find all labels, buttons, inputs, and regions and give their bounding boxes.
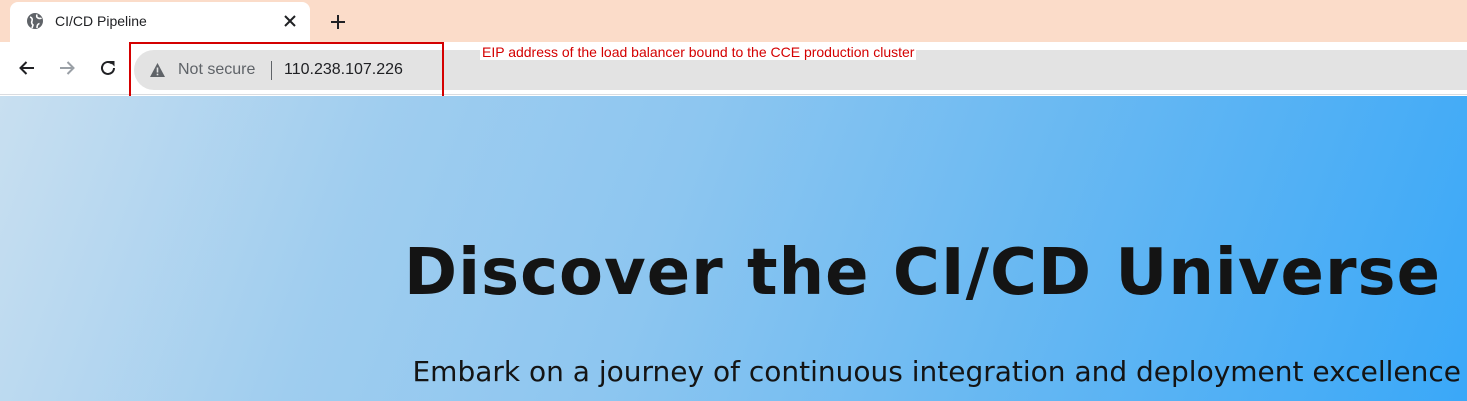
hero-subtitle: Embark on a journey of continuous integr… [412, 355, 1461, 388]
annotation-highlight-box [129, 42, 444, 100]
forward-arrow-icon[interactable] [53, 54, 81, 82]
reload-icon[interactable] [94, 54, 122, 82]
browser-tab[interactable]: CI/CD Pipeline [10, 2, 310, 42]
hero-title: Discover the CI/CD Universe [403, 236, 1441, 310]
annotation-text: EIP address of the load balancer bound t… [480, 44, 917, 60]
tab-title: CI/CD Pipeline [55, 13, 147, 29]
globe-icon [26, 12, 44, 30]
page-content: Discover the CI/CD Universe Embark on a … [0, 96, 1467, 401]
tab-strip: CI/CD Pipeline [0, 0, 1467, 42]
plus-icon[interactable] [324, 8, 352, 36]
back-arrow-icon[interactable] [13, 54, 41, 82]
close-icon[interactable] [280, 11, 300, 31]
